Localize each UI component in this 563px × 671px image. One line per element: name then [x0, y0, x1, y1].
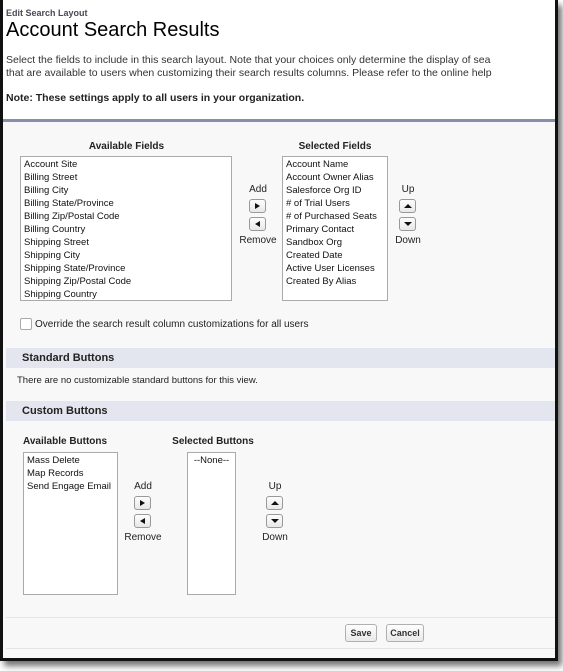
arrow-down-icon: [403, 222, 412, 226]
selected-fields-title: Selected Fields: [298, 141, 372, 152]
footer-bottom-divider: [6, 648, 555, 649]
selected-field-option[interactable]: Active User Licenses: [286, 262, 384, 275]
add-field-button[interactable]: [249, 199, 266, 213]
selected-field-option[interactable]: Account Name: [286, 158, 384, 171]
move-down-button-label: Down: [262, 532, 288, 543]
standard-buttons-section-header: Standard Buttons: [6, 348, 555, 368]
override-checkbox-row[interactable]: Override the search result column custom…: [20, 318, 308, 330]
remove-custom-button-button[interactable]: [134, 514, 151, 528]
arrow-up-icon: [403, 204, 412, 208]
selected-buttons-listbox[interactable]: --None--: [187, 452, 236, 595]
remove-button-label: Remove: [124, 532, 162, 543]
available-buttons-title: Available Buttons: [23, 436, 108, 447]
remove-field-label: Remove: [239, 235, 277, 246]
available-field-option[interactable]: Billing City: [24, 184, 228, 197]
selected-field-option[interactable]: Created Date: [286, 249, 384, 262]
available-field-option[interactable]: Billing State/Province: [24, 197, 228, 210]
selected-button-option[interactable]: --None--: [191, 454, 232, 467]
breadcrumb: Edit Search Layout: [6, 8, 88, 18]
available-field-option[interactable]: Shipping Zip/Postal Code: [24, 275, 228, 288]
move-down-field-button[interactable]: [399, 217, 416, 231]
available-field-option[interactable]: Shipping City: [24, 249, 228, 262]
cancel-button[interactable]: Cancel: [386, 624, 424, 642]
page-title: Account Search Results: [6, 19, 220, 41]
selected-field-option[interactable]: # of Trial Users: [286, 197, 384, 210]
available-field-option[interactable]: Account Site: [24, 158, 228, 171]
description-line-1: Select the fields to include in this sea…: [6, 54, 491, 66]
available-button-option[interactable]: Map Records: [27, 467, 114, 480]
selected-field-option[interactable]: Sandbox Org: [286, 236, 384, 249]
available-field-option[interactable]: Shipping Country: [24, 288, 228, 300]
layout-editor-body: Available Fields Account Site Billing Str…: [3, 119, 555, 658]
move-down-field-label: Down: [395, 235, 421, 246]
arrow-left-icon: [255, 221, 260, 227]
available-fields-listbox[interactable]: Account Site Billing Street Billing City Bi…: [20, 156, 232, 301]
available-field-option[interactable]: Shipping State/Province: [24, 262, 228, 275]
move-up-button-label: Up: [268, 481, 282, 492]
standard-buttons-message: There are no customizable standard butto…: [17, 375, 258, 386]
add-field-label: Add: [249, 184, 267, 195]
remove-field-button[interactable]: [249, 217, 266, 231]
available-button-option[interactable]: Send Engage Email: [27, 480, 114, 493]
move-up-custom-button-button[interactable]: [266, 496, 283, 510]
selected-buttons-title: Selected Buttons: [172, 436, 254, 447]
selected-field-option[interactable]: Created By Alias: [286, 275, 384, 288]
description-line-2: that are available to users when customi…: [6, 67, 492, 79]
available-field-option[interactable]: Billing Street: [24, 171, 228, 184]
arrow-right-icon: [255, 203, 260, 209]
arrow-up-icon: [270, 501, 279, 505]
available-buttons-listbox[interactable]: Mass Delete Map Records Send Engage Email: [23, 452, 118, 595]
available-field-option[interactable]: Billing Country: [24, 223, 228, 236]
arrow-down-icon: [270, 519, 279, 523]
selected-field-option[interactable]: # of Purchased Seats: [286, 210, 384, 223]
selected-field-option[interactable]: Primary Contact: [286, 223, 384, 236]
available-field-option[interactable]: Billing Zip/Postal Code: [24, 210, 228, 223]
available-field-option[interactable]: Shipping Street: [24, 236, 228, 249]
add-custom-button-button[interactable]: [134, 496, 151, 510]
selected-field-option[interactable]: Account Owner Alias: [286, 171, 384, 184]
page-header: Edit Search Layout Account Search Result…: [3, 0, 555, 120]
move-up-field-label: Up: [401, 184, 415, 195]
note-text: Note: These settings apply to all users …: [6, 92, 305, 104]
save-button[interactable]: Save: [345, 624, 377, 642]
selected-fields-listbox[interactable]: Account Name Account Owner Alias Salesforc…: [282, 156, 388, 301]
move-down-custom-button-button[interactable]: [266, 514, 283, 528]
add-button-label: Add: [134, 481, 152, 492]
arrow-right-icon: [140, 500, 145, 506]
move-up-field-button[interactable]: [399, 199, 416, 213]
arrow-left-icon: [140, 518, 145, 524]
available-fields-title: Available Fields: [88, 141, 165, 152]
edit-search-layout-window: Edit Search Layout Account Search Result…: [0, 0, 558, 661]
footer-divider: [6, 617, 555, 618]
selected-field-option[interactable]: Salesforce Org ID: [286, 184, 384, 197]
available-button-option[interactable]: Mass Delete: [27, 454, 114, 467]
override-checkbox-label: Override the search result column custom…: [35, 318, 309, 330]
override-checkbox[interactable]: [20, 318, 32, 330]
description: Select the fields to include in this sea…: [6, 54, 555, 80]
custom-buttons-section-header: Custom Buttons: [6, 401, 555, 421]
